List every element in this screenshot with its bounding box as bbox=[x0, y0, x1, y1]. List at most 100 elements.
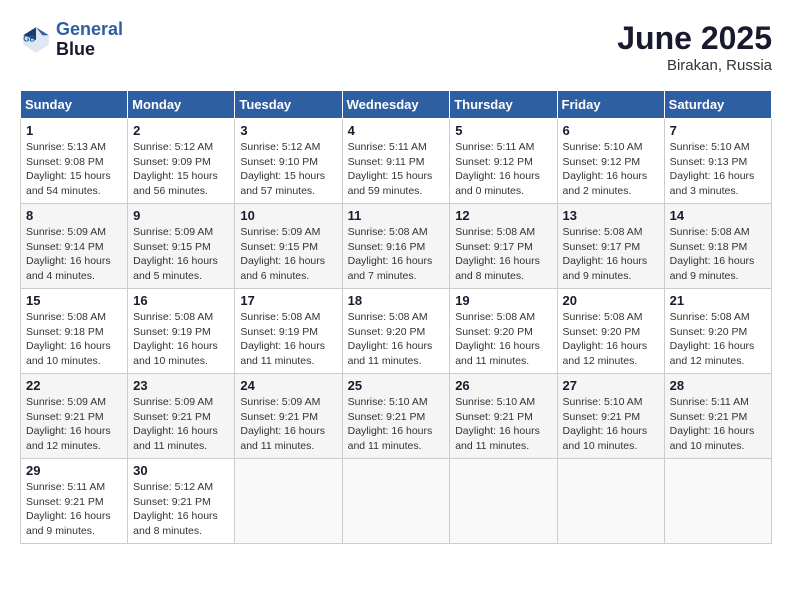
day-number: 21 bbox=[670, 293, 766, 308]
day-cell: 25Sunrise: 5:10 AM Sunset: 9:21 PM Dayli… bbox=[342, 374, 450, 459]
day-cell: 16 Sunrise: 5:08 AM Sunset: 9:19 PM Dayli… bbox=[128, 289, 235, 374]
day-cell: 29 Sunrise: 5:11 AM Sunset: 9:21 PM Dayli… bbox=[21, 459, 128, 544]
day-info: Sunrise: 5:08 AM Sunset: 9:20 PM Dayligh… bbox=[348, 310, 445, 369]
day-cell bbox=[235, 459, 342, 544]
week-row: 29 Sunrise: 5:11 AM Sunset: 9:21 PM Dayli… bbox=[21, 459, 772, 544]
calendar-table: SundayMondayTuesdayWednesdayThursdayFrid… bbox=[20, 90, 772, 544]
day-number: 27 bbox=[563, 378, 659, 393]
day-cell: 12 Sunrise: 5:08 AM Sunset: 9:17 PM Dayli… bbox=[450, 204, 557, 289]
day-number: 12 bbox=[455, 208, 551, 223]
day-cell: 26 Sunrise: 5:10 AM Sunset: 9:21 PM Dayli… bbox=[450, 374, 557, 459]
day-info: Sunrise: 5:08 AM Sunset: 9:16 PM Dayligh… bbox=[348, 225, 445, 284]
day-number: 6 bbox=[563, 123, 659, 138]
day-number: 7 bbox=[670, 123, 766, 138]
day-info: Sunrise: 5:08 AM Sunset: 9:17 PM Dayligh… bbox=[455, 225, 551, 284]
day-number: 19 bbox=[455, 293, 551, 308]
day-info: Sunrise: 5:10 AM Sunset: 9:12 PM Dayligh… bbox=[563, 140, 659, 199]
day-info: Sunrise: 5:10 AM Sunset: 9:21 PM Dayligh… bbox=[563, 395, 659, 454]
day-info: Sunrise: 5:12 AM Sunset: 9:21 PM Dayligh… bbox=[133, 480, 229, 539]
day-number: 2 bbox=[133, 123, 229, 138]
day-info: Sunrise: 5:09 AM Sunset: 9:21 PM Dayligh… bbox=[26, 395, 122, 454]
day-cell: 13Sunrise: 5:08 AM Sunset: 9:17 PM Dayli… bbox=[557, 204, 664, 289]
day-info: Sunrise: 5:11 AM Sunset: 9:21 PM Dayligh… bbox=[670, 395, 766, 454]
day-cell: 15 Sunrise: 5:08 AM Sunset: 9:18 PM Dayli… bbox=[21, 289, 128, 374]
weekday-header: Sunday bbox=[21, 91, 128, 119]
day-cell bbox=[450, 459, 557, 544]
day-cell: 1 Sunrise: 5:13 AM Sunset: 9:08 PM Daylig… bbox=[21, 119, 128, 204]
weekday-header: Wednesday bbox=[342, 91, 450, 119]
day-number: 9 bbox=[133, 208, 229, 223]
day-cell: 19 Sunrise: 5:08 AM Sunset: 9:20 PM Dayli… bbox=[450, 289, 557, 374]
location: Birakan, Russia bbox=[617, 57, 772, 74]
day-cell: 6 Sunrise: 5:10 AM Sunset: 9:12 PM Daylig… bbox=[557, 119, 664, 204]
day-info: Sunrise: 5:08 AM Sunset: 9:20 PM Dayligh… bbox=[455, 310, 551, 369]
day-number: 17 bbox=[240, 293, 336, 308]
day-info: Sunrise: 5:09 AM Sunset: 9:14 PM Dayligh… bbox=[26, 225, 122, 284]
week-row: 22 Sunrise: 5:09 AM Sunset: 9:21 PM Dayli… bbox=[21, 374, 772, 459]
page-header: GB General Blue June 2025 Birakan, Russi… bbox=[20, 20, 772, 74]
day-info: Sunrise: 5:10 AM Sunset: 9:21 PM Dayligh… bbox=[348, 395, 445, 454]
weekday-header: Friday bbox=[557, 91, 664, 119]
weekday-header: Tuesday bbox=[235, 91, 342, 119]
day-number: 1 bbox=[26, 123, 122, 138]
weekday-header: Thursday bbox=[450, 91, 557, 119]
day-number: 14 bbox=[670, 208, 766, 223]
day-number: 16 bbox=[133, 293, 229, 308]
day-number: 26 bbox=[455, 378, 551, 393]
day-info: Sunrise: 5:12 AM Sunset: 9:10 PM Dayligh… bbox=[240, 140, 336, 199]
day-number: 4 bbox=[348, 123, 445, 138]
day-number: 10 bbox=[240, 208, 336, 223]
day-info: Sunrise: 5:11 AM Sunset: 9:21 PM Dayligh… bbox=[26, 480, 122, 539]
day-info: Sunrise: 5:11 AM Sunset: 9:11 PM Dayligh… bbox=[348, 140, 445, 199]
week-row: 15 Sunrise: 5:08 AM Sunset: 9:18 PM Dayli… bbox=[21, 289, 772, 374]
day-info: Sunrise: 5:09 AM Sunset: 9:21 PM Dayligh… bbox=[240, 395, 336, 454]
day-cell: 28Sunrise: 5:11 AM Sunset: 9:21 PM Dayli… bbox=[664, 374, 771, 459]
logo-icon: GB bbox=[20, 24, 52, 56]
day-number: 29 bbox=[26, 463, 122, 478]
day-number: 13 bbox=[563, 208, 659, 223]
day-number: 3 bbox=[240, 123, 336, 138]
day-info: Sunrise: 5:11 AM Sunset: 9:12 PM Dayligh… bbox=[455, 140, 551, 199]
day-number: 22 bbox=[26, 378, 122, 393]
weekday-header: Monday bbox=[128, 91, 235, 119]
day-info: Sunrise: 5:09 AM Sunset: 9:21 PM Dayligh… bbox=[133, 395, 229, 454]
day-cell: 10 Sunrise: 5:09 AM Sunset: 9:15 PM Dayli… bbox=[235, 204, 342, 289]
day-info: Sunrise: 5:13 AM Sunset: 9:08 PM Dayligh… bbox=[26, 140, 122, 199]
month-title: June 2025 bbox=[617, 20, 772, 57]
day-cell: 9 Sunrise: 5:09 AM Sunset: 9:15 PM Daylig… bbox=[128, 204, 235, 289]
title-block: June 2025 Birakan, Russia bbox=[617, 20, 772, 74]
day-cell: 7 Sunrise: 5:10 AM Sunset: 9:13 PM Daylig… bbox=[664, 119, 771, 204]
week-row: 1 Sunrise: 5:13 AM Sunset: 9:08 PM Daylig… bbox=[21, 119, 772, 204]
day-info: Sunrise: 5:08 AM Sunset: 9:18 PM Dayligh… bbox=[670, 225, 766, 284]
day-cell: 23 Sunrise: 5:09 AM Sunset: 9:21 PM Dayli… bbox=[128, 374, 235, 459]
day-cell: 11 Sunrise: 5:08 AM Sunset: 9:16 PM Dayli… bbox=[342, 204, 450, 289]
day-number: 18 bbox=[348, 293, 445, 308]
day-cell: 2 Sunrise: 5:12 AM Sunset: 9:09 PM Daylig… bbox=[128, 119, 235, 204]
day-cell: 30 Sunrise: 5:12 AM Sunset: 9:21 PM Dayli… bbox=[128, 459, 235, 544]
day-number: 20 bbox=[563, 293, 659, 308]
week-row: 8Sunrise: 5:09 AM Sunset: 9:14 PM Daylig… bbox=[21, 204, 772, 289]
svg-text:GB: GB bbox=[23, 34, 35, 43]
day-info: Sunrise: 5:08 AM Sunset: 9:18 PM Dayligh… bbox=[26, 310, 122, 369]
day-cell: 14 Sunrise: 5:08 AM Sunset: 9:18 PM Dayli… bbox=[664, 204, 771, 289]
day-info: Sunrise: 5:09 AM Sunset: 9:15 PM Dayligh… bbox=[240, 225, 336, 284]
day-number: 30 bbox=[133, 463, 229, 478]
calendar-header-row: SundayMondayTuesdayWednesdayThursdayFrid… bbox=[21, 91, 772, 119]
day-info: Sunrise: 5:10 AM Sunset: 9:21 PM Dayligh… bbox=[455, 395, 551, 454]
day-info: Sunrise: 5:10 AM Sunset: 9:13 PM Dayligh… bbox=[670, 140, 766, 199]
day-info: Sunrise: 5:08 AM Sunset: 9:20 PM Dayligh… bbox=[563, 310, 659, 369]
day-number: 24 bbox=[240, 378, 336, 393]
day-info: Sunrise: 5:09 AM Sunset: 9:15 PM Dayligh… bbox=[133, 225, 229, 284]
day-info: Sunrise: 5:08 AM Sunset: 9:20 PM Dayligh… bbox=[670, 310, 766, 369]
day-info: Sunrise: 5:08 AM Sunset: 9:19 PM Dayligh… bbox=[133, 310, 229, 369]
day-cell: 5 Sunrise: 5:11 AM Sunset: 9:12 PM Daylig… bbox=[450, 119, 557, 204]
day-cell: 20 Sunrise: 5:08 AM Sunset: 9:20 PM Dayli… bbox=[557, 289, 664, 374]
day-cell bbox=[342, 459, 450, 544]
day-cell: 17Sunrise: 5:08 AM Sunset: 9:19 PM Dayli… bbox=[235, 289, 342, 374]
day-number: 11 bbox=[348, 208, 445, 223]
day-number: 5 bbox=[455, 123, 551, 138]
day-number: 15 bbox=[26, 293, 122, 308]
day-info: Sunrise: 5:12 AM Sunset: 9:09 PM Dayligh… bbox=[133, 140, 229, 199]
day-cell: 4 Sunrise: 5:11 AM Sunset: 9:11 PM Daylig… bbox=[342, 119, 450, 204]
day-number: 23 bbox=[133, 378, 229, 393]
